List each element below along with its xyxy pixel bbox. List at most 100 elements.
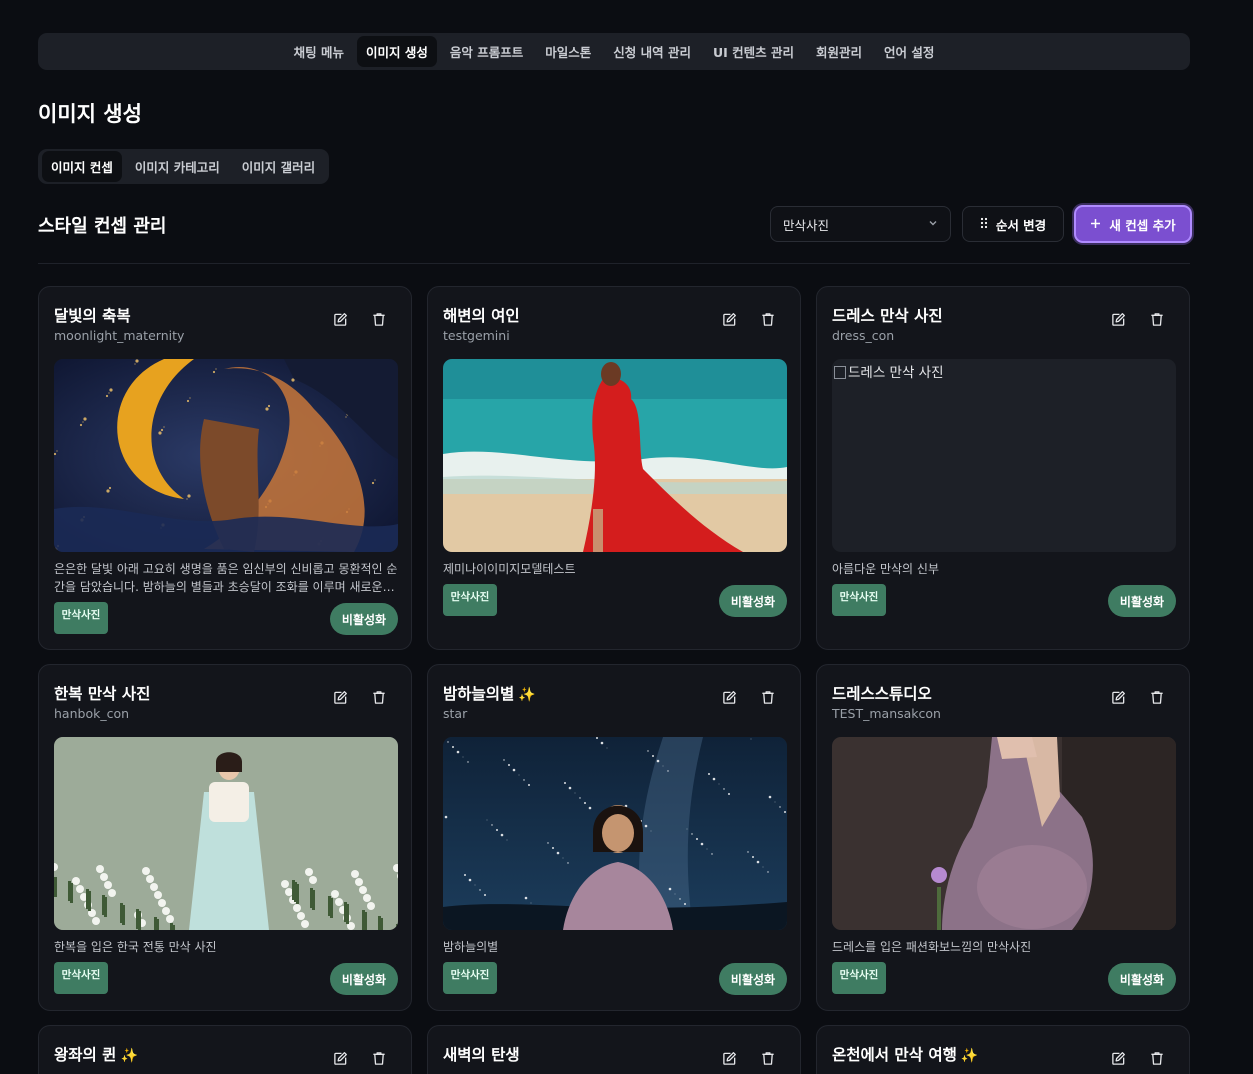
card-key: dress_con — [832, 328, 895, 343]
drag-handle-icon — [980, 217, 988, 232]
trash-icon[interactable] — [370, 310, 388, 328]
card-title-text: 새벽의 탄생 — [443, 1046, 520, 1064]
concept-card: 밤하늘의별 ✨ star 밤하늘의별 만삭사진 비활성화 — [427, 664, 801, 1011]
card-title: 달빛의 축복 — [54, 304, 131, 326]
subtab[interactable]: 이미지 카테고리 — [126, 151, 229, 182]
edit-icon[interactable] — [720, 1049, 738, 1067]
page-title: 이미지 생성 — [38, 102, 142, 126]
category-select-value: 만삭사진 — [783, 217, 830, 233]
edit-icon[interactable] — [1109, 688, 1127, 706]
card-title: 왕좌의 퀸 ✨ — [54, 1043, 138, 1065]
card-description: 드레스를 입은 패션화보느낌의 만삭사진 — [832, 940, 1032, 954]
category-badge: 만삭사진 — [443, 584, 497, 616]
card-key: testgemini — [443, 328, 510, 343]
card-description: 은은한 달빛 아래 고요히 생명을 품은 임신부의 신비롭고 몽환적인 순간을 … — [54, 562, 398, 594]
nav-item[interactable]: 음악 프롬프트 — [441, 36, 532, 67]
nav-item[interactable]: 채팅 메뉴 — [285, 36, 353, 67]
card-description: 밤하늘의별 — [443, 940, 499, 954]
card-key: TEST_mansakcon — [832, 706, 941, 721]
edit-icon[interactable] — [1109, 1049, 1127, 1067]
card-title: 드레스스튜디오 — [832, 682, 932, 704]
card-title-text: 왕좌의 퀸 — [54, 1046, 117, 1064]
concept-card: 해변의 여인 testgemini 제미나이이미지모델테스트만삭사진 비활성화 — [427, 286, 801, 650]
truncated-header-text — [40, 0, 44, 7]
section-divider — [38, 263, 1190, 264]
concept-card: 왕좌의 퀸 ✨ — [38, 1025, 412, 1074]
sparkle-icon: ✨ — [120, 1048, 138, 1064]
deactivate-button[interactable]: 비활성화 — [1108, 963, 1176, 995]
concept-card: 드레스 만삭 사진 dress_con 드레스 만삭 사진 아름다운 만삭의 신부 만삭… — [816, 286, 1190, 650]
section-title: 스타일 컨셉 관리 — [38, 216, 167, 237]
card-title: 해변의 여인 — [443, 304, 520, 326]
edit-icon[interactable] — [720, 310, 738, 328]
concept-card: 새벽의 탄생 — [427, 1025, 801, 1074]
subtab[interactable]: 이미지 갤러리 — [233, 151, 324, 182]
card-image — [443, 737, 787, 930]
trash-icon[interactable] — [1148, 310, 1166, 328]
add-concept-button[interactable]: 새 컨셉 추가 — [1074, 205, 1192, 243]
trash-icon[interactable] — [370, 688, 388, 706]
trash-icon[interactable] — [1148, 688, 1166, 706]
concept-card: 온천에서 만삭 여행 ✨ — [816, 1025, 1190, 1074]
card-title-text: 드레스스튜디오 — [832, 685, 932, 703]
trash-icon[interactable] — [759, 310, 777, 328]
edit-icon[interactable] — [1109, 310, 1127, 328]
card-title: 한복 만삭 사진 — [54, 682, 150, 704]
card-image — [832, 737, 1176, 930]
card-title-text: 온천에서 만삭 여행 — [832, 1046, 957, 1064]
card-description: 제미나이이미지모델테스트 — [443, 562, 576, 576]
plus-icon — [1090, 217, 1101, 232]
subtab[interactable]: 이미지 컨셉 — [42, 151, 122, 182]
card-title-text: 한복 만삭 사진 — [54, 685, 151, 703]
edit-icon[interactable] — [720, 688, 738, 706]
card-image — [54, 359, 398, 552]
chevron-down-icon — [928, 218, 938, 231]
category-badge: 만삭사진 — [832, 962, 886, 994]
card-key: moonlight_maternity — [54, 328, 185, 343]
deactivate-button[interactable]: 비활성화 — [330, 603, 398, 635]
trash-icon[interactable] — [370, 1049, 388, 1067]
trash-icon[interactable] — [759, 688, 777, 706]
card-title-text: 밤하늘의별 — [443, 685, 515, 703]
card-image — [443, 359, 787, 552]
sparkle-icon: ✨ — [960, 1048, 979, 1064]
card-description: 한복을 입은 한국 전통 만삭 사진 — [54, 940, 217, 954]
broken-image-alt-text: 드레스 만삭 사진 — [848, 365, 944, 381]
edit-icon[interactable] — [331, 688, 349, 706]
main-nav: 채팅 메뉴 이미지 생성 음악 프롬프트 마일스톤 신청 내역 관리 UI 컨텐츠 관리 회… — [38, 33, 1190, 70]
trash-icon[interactable] — [759, 1049, 777, 1067]
card-image — [54, 737, 398, 930]
deactivate-button[interactable]: 비활성화 — [330, 963, 398, 995]
subtab-bar: 이미지 컨셉 이미지 카테고리 이미지 갤러리 — [38, 149, 329, 184]
nav-item[interactable]: 이미지 생성 — [357, 36, 437, 67]
edit-icon[interactable] — [331, 1049, 349, 1067]
category-select[interactable]: 만삭사진 — [770, 206, 951, 242]
card-title: 온천에서 만삭 여행 ✨ — [832, 1043, 978, 1065]
card-key: star — [443, 706, 468, 721]
reorder-button[interactable]: 순서 변경 — [962, 206, 1064, 242]
card-title-text: 드레스 만삭 사진 — [832, 307, 943, 325]
sparkle-icon: ✨ — [518, 687, 536, 703]
nav-item[interactable]: 회원관리 — [807, 36, 871, 67]
card-key: hanbok_con — [54, 706, 130, 721]
category-badge: 만삭사진 — [54, 962, 108, 994]
category-badge: 만삭사진 — [443, 962, 497, 994]
concept-card: 한복 만삭 사진 hanbok_con 한복을 입은 한국 전통 만삭 사진만삭사… — [38, 664, 412, 1011]
nav-item[interactable]: 마일스톤 — [536, 36, 600, 67]
edit-icon[interactable] — [331, 310, 349, 328]
concept-card: 달빛의 축복 moonlight_maternity 은은한 달빛 아래 고요히 … — [38, 286, 412, 650]
nav-item[interactable]: 언어 설정 — [875, 36, 943, 67]
card-title-text: 달빛의 축복 — [54, 307, 131, 325]
nav-item[interactable]: 신청 내역 관리 — [604, 36, 700, 67]
broken-image-icon — [834, 366, 846, 379]
deactivate-button[interactable]: 비활성화 — [719, 585, 787, 617]
card-description: 아름다운 만삭의 신부 — [832, 562, 939, 576]
deactivate-button[interactable]: 비활성화 — [1108, 585, 1176, 617]
nav-item[interactable]: UI 컨텐츠 관리 — [704, 36, 803, 67]
reorder-button-label: 순서 변경 — [995, 217, 1047, 233]
card-image: 드레스 만삭 사진 — [832, 359, 1176, 552]
card-title-text: 해변의 여인 — [443, 307, 520, 325]
trash-icon[interactable] — [1148, 1049, 1166, 1067]
card-title: 드레스 만삭 사진 — [832, 304, 943, 326]
deactivate-button[interactable]: 비활성화 — [719, 963, 787, 995]
